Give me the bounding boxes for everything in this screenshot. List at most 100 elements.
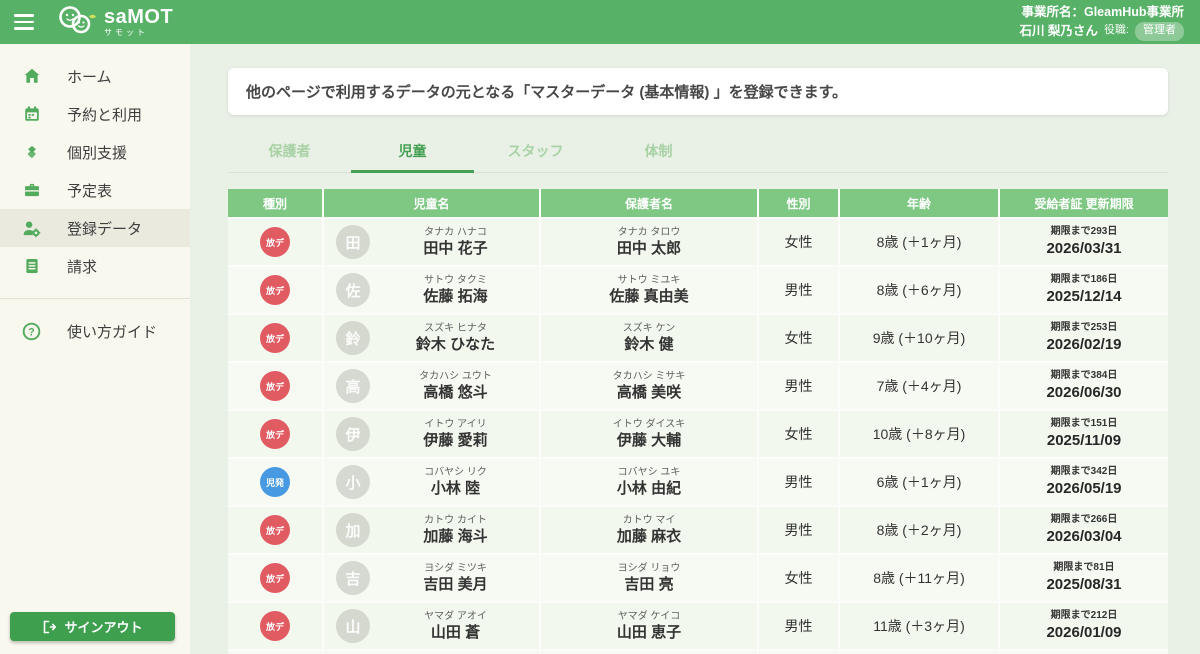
sidebar-item-support[interactable]: 個別支援 bbox=[0, 133, 190, 171]
child-kana: タカハシ ユウト bbox=[419, 370, 492, 383]
invoice-icon bbox=[22, 257, 41, 276]
column-header: 保護者名 bbox=[541, 189, 757, 217]
avatar: 田 bbox=[336, 225, 370, 259]
tab-staff[interactable]: スタッフ bbox=[474, 141, 597, 173]
role-label: 役職: bbox=[1104, 23, 1129, 39]
table-row[interactable]: 放デ伊イトウ アイリ伊藤 愛莉イトウ ダイスキ伊藤 大輔女性10歳 (＋8ヶ月)… bbox=[228, 411, 1168, 457]
deadline-days: 期限まで186日 bbox=[1051, 273, 1118, 287]
tab-structure[interactable]: 体制 bbox=[597, 141, 720, 173]
logout-icon bbox=[42, 620, 56, 634]
avatar: 伊 bbox=[336, 417, 370, 451]
service-type-badge: 放デ bbox=[260, 227, 290, 257]
children-table: 種別児童名保護者名性別年齢受給者証 更新期限放デ田タナカ ハナコ田中 花子タナカ… bbox=[228, 189, 1168, 654]
sidebar-item-registered-data[interactable]: 登録データ bbox=[0, 209, 190, 247]
age-cell: 8歳 (＋6ヶ月) bbox=[840, 267, 998, 313]
guardian-name-cell: ヨシダ リョウ吉田 亮 bbox=[541, 555, 757, 601]
deadline-days: 期限まで384日 bbox=[1051, 369, 1118, 383]
child-name-cell: 鈴スズキ ヒナタ鈴木 ひなた bbox=[324, 315, 539, 361]
gender-cell: 女性 bbox=[759, 411, 838, 457]
sidebar-item-label: 予約と利用 bbox=[67, 104, 142, 125]
type-cell: 放デ bbox=[228, 411, 322, 457]
office-name: 事業所名：GleamHub事業所 bbox=[1019, 3, 1184, 21]
avatar: 加 bbox=[336, 513, 370, 547]
table-row[interactable]: 放デ吉ヨシダ ミツキ吉田 美月ヨシダ リョウ吉田 亮女性8歳 (＋11ヶ月)期限… bbox=[228, 555, 1168, 601]
type-cell: 放デ bbox=[228, 555, 322, 601]
service-type-badge: 児発 bbox=[260, 467, 290, 497]
age-cell: 10歳 (＋8ヶ月) bbox=[840, 411, 998, 457]
deadline-cell: 期限まで186日2025/12/14 bbox=[1000, 267, 1168, 313]
guardian-kana: カトウ マイ bbox=[623, 514, 676, 527]
guardian-name: 高橋 美咲 bbox=[617, 383, 681, 403]
sidebar-item-guide[interactable]: ?使い方ガイド bbox=[0, 312, 190, 350]
service-type-badge: 放デ bbox=[260, 275, 290, 305]
sidebar-item-label: 使い方ガイド bbox=[67, 321, 157, 342]
avatar: 佐 bbox=[336, 273, 370, 307]
deadline-date: 2026/05/19 bbox=[1046, 479, 1121, 499]
tab-children[interactable]: 児童 bbox=[351, 141, 474, 173]
column-header: 種別 bbox=[228, 189, 322, 217]
person-gear-icon bbox=[22, 219, 41, 238]
main-content: 他のページで利用するデータの元となる「マスターデータ (基本情報) 」を登録でき… bbox=[190, 44, 1200, 654]
deadline-cell: 期限まで293日2026/03/31 bbox=[1000, 219, 1168, 265]
signout-label: サインアウト bbox=[64, 617, 142, 636]
table-row[interactable]: 放デ佐サトウ タクミ佐藤 拓海サトウ ミユキ佐藤 真由美男性8歳 (＋6ヶ月)期… bbox=[228, 267, 1168, 313]
sidebar-item-schedule[interactable]: 予定表 bbox=[0, 171, 190, 209]
table-row[interactable]: 放デ田タナカ ハナコ田中 花子タナカ タロウ田中 太郎女性8歳 (＋1ヶ月)期限… bbox=[228, 219, 1168, 265]
child-name-cell: 加カトウ カイト加藤 海斗 bbox=[324, 507, 539, 553]
deadline-cell: 期限まで151日2025/11/09 bbox=[1000, 411, 1168, 457]
signout-button[interactable]: サインアウト bbox=[10, 612, 175, 641]
role-badge: 管理者 bbox=[1135, 22, 1184, 41]
table-row[interactable]: 放デ 高タカハシ ユウト高橋 悠斗タカハシ ミサキ高橋 美咲男性7歳 (＋4ヶ月)… bbox=[228, 363, 1168, 409]
sidebar-item-label: ホーム bbox=[67, 66, 112, 87]
deadline-days: 期限まで151日 bbox=[1051, 417, 1118, 431]
sidebar-item-reservations[interactable]: 予約と利用 bbox=[0, 95, 190, 133]
avatar: 吉 bbox=[336, 561, 370, 595]
deadline-cell: 期限まで212日2026/01/09 bbox=[1000, 603, 1168, 649]
table-row[interactable]: 放デ鈴スズキ ヒナタ鈴木 ひなたスズキ ケン鈴木 健女性9歳 (＋10ヶ月)期限… bbox=[228, 315, 1168, 361]
child-kana: サトウ タクミ bbox=[424, 274, 487, 287]
age-cell: 7歳 (＋4ヶ月) bbox=[840, 363, 998, 409]
handshake-icon bbox=[22, 143, 41, 162]
avatar: 山 bbox=[336, 609, 370, 643]
sidebar-item-billing[interactable]: 請求 bbox=[0, 247, 190, 285]
deadline-days: 期限まで253日 bbox=[1051, 321, 1118, 335]
logo-faces-icon bbox=[56, 3, 98, 42]
deadline-cell: 期限まで253日2026/02/19 bbox=[1000, 315, 1168, 361]
child-name: 鈴木 ひなた bbox=[416, 335, 495, 355]
type-cell: 放デ bbox=[228, 507, 322, 553]
service-type-badge: 放デ bbox=[260, 611, 290, 641]
table-row[interactable]: 児発小コバヤシ リク小林 陸コバヤシ ユキ小林 由紀男性6歳 (＋1ヶ月)期限ま… bbox=[228, 459, 1168, 505]
gender-cell: 男性 bbox=[759, 363, 838, 409]
guardian-kana: ヤマダ ケイコ bbox=[618, 610, 681, 623]
sidebar-item-label: 予定表 bbox=[67, 180, 112, 201]
child-name-cell: 伊イトウ アイリ伊藤 愛莉 bbox=[324, 411, 539, 457]
hamburger-menu-button[interactable] bbox=[14, 9, 40, 35]
deadline-days: 期限まで212日 bbox=[1051, 609, 1118, 623]
age-cell: 11歳 (＋3ヶ月) bbox=[840, 603, 998, 649]
deadline-days: 期限まで293日 bbox=[1051, 225, 1118, 239]
guardian-kana: ヨシダ リョウ bbox=[618, 562, 681, 575]
service-type-badge: 放デ bbox=[260, 371, 290, 401]
child-name: 佐藤 拓海 bbox=[423, 287, 487, 307]
tab-guardians[interactable]: 保護者 bbox=[228, 141, 351, 173]
child-name: 小林 陸 bbox=[431, 479, 480, 499]
table-row[interactable]: 放デ山ヤマダ アオイ山田 蒼ヤマダ ケイコ山田 恵子男性11歳 (＋3ヶ月)期限… bbox=[228, 603, 1168, 649]
guardian-name-cell: コバヤシ ユキ小林 由紀 bbox=[541, 459, 757, 505]
guardian-name: 伊藤 大輔 bbox=[617, 431, 681, 451]
child-name: 伊藤 愛莉 bbox=[423, 431, 487, 451]
sidebar-divider bbox=[0, 298, 190, 299]
avatar: 小 bbox=[336, 465, 370, 499]
guardian-name: 佐藤 真由美 bbox=[609, 287, 688, 307]
sidebar: ホーム予約と利用個別支援予定表登録データ請求 ?使い方ガイド サインアウト bbox=[0, 44, 190, 654]
gender-cell: 男性 bbox=[759, 507, 838, 553]
child-name: 加藤 海斗 bbox=[423, 527, 487, 547]
logo-subtext: サモット bbox=[104, 29, 173, 37]
sidebar-item-home[interactable]: ホーム bbox=[0, 57, 190, 95]
guardian-name-cell: タカハシ ミサキ高橋 美咲 bbox=[541, 363, 757, 409]
child-name-cell: 高タカハシ ユウト高橋 悠斗 bbox=[324, 363, 539, 409]
sidebar-item-label: 個別支援 bbox=[67, 142, 127, 163]
guardian-name-cell: ヤマダ ケイコ山田 恵子 bbox=[541, 603, 757, 649]
table-row[interactable]: 放デ加カトウ カイト加藤 海斗カトウ マイ加藤 麻衣男性8歳 (＋2ヶ月)期限ま… bbox=[228, 507, 1168, 553]
child-name-cell: 田タナカ ハナコ田中 花子 bbox=[324, 219, 539, 265]
deadline-date: 2025/08/31 bbox=[1046, 575, 1121, 595]
